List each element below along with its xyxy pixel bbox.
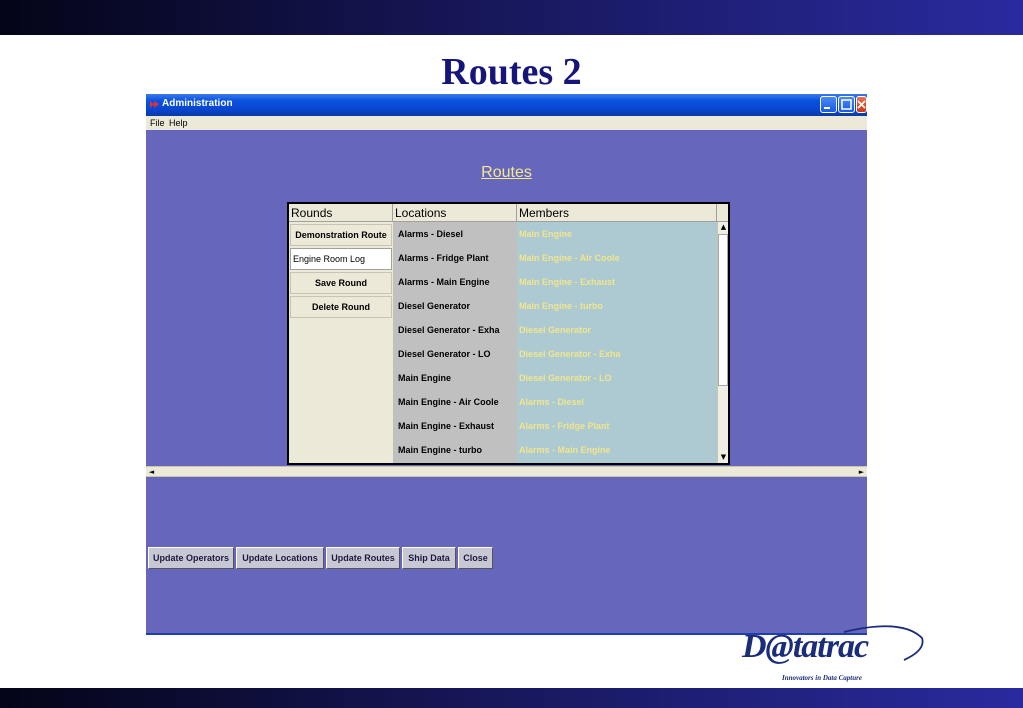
administration-window: Administration File Help Routes Rounds L… (146, 94, 867, 635)
member-item[interactable]: Main Engine - Exhaust (517, 270, 717, 294)
minimize-button[interactable] (820, 96, 837, 113)
member-item[interactable]: Main Engine (517, 222, 717, 246)
update-locations-button[interactable]: Update Locations (236, 547, 324, 569)
rounds-column: Demonstration Route Engine Room Log Save… (289, 222, 393, 463)
window-titlebar[interactable]: Administration (146, 94, 867, 116)
member-item[interactable]: Diesel Generator - Exha (517, 342, 717, 366)
close-button[interactable]: Close (458, 547, 493, 569)
header-members[interactable]: Members (517, 204, 717, 222)
location-item[interactable]: Main Engine - turbo (393, 438, 517, 462)
location-item[interactable]: Main Engine - Air Coole (393, 390, 517, 414)
maximize-button[interactable] (838, 96, 855, 113)
scroll-left-arrow-icon[interactable]: ◄ (146, 467, 157, 477)
update-operators-button[interactable]: Update Operators (148, 547, 234, 569)
routes-table: Rounds Locations Members Demonstration R… (287, 202, 730, 465)
ship-data-button[interactable]: Ship Data (402, 547, 456, 569)
location-item[interactable]: Main Engine (393, 366, 517, 390)
maximize-icon (841, 99, 852, 110)
demonstration-route-button[interactable]: Demonstration Route (290, 224, 392, 246)
scroll-down-arrow-icon[interactable]: ▼ (718, 452, 728, 463)
menu-bar: File Help (146, 116, 867, 130)
location-item[interactable]: Main Engine - Exhaust (393, 414, 517, 438)
update-routes-button[interactable]: Update Routes (326, 547, 400, 569)
member-item[interactable]: Alarms - Main Engine (517, 438, 717, 462)
members-vertical-scrollbar[interactable]: ▲ ▼ (717, 222, 728, 463)
header-locations[interactable]: Locations (393, 204, 517, 222)
save-round-button[interactable]: Save Round (290, 272, 392, 294)
header-rounds[interactable]: Rounds (289, 204, 393, 222)
datatrac-logo: D@tatrac Innovators in Data Capture (742, 624, 927, 686)
routes-heading: Routes (481, 164, 532, 181)
close-icon (857, 100, 866, 109)
member-item[interactable]: Main Engine - Air Coole (517, 246, 717, 270)
location-item[interactable]: Alarms - Diesel (393, 222, 517, 246)
locations-list: Alarms - Diesel Alarms - Fridge Plant Al… (393, 222, 517, 463)
logo-tagline: Innovators in Data Capture (782, 674, 862, 682)
location-item[interactable]: Alarms - Fridge Plant (393, 246, 517, 270)
minimize-icon (824, 107, 830, 109)
window-title: Administration (162, 98, 233, 109)
location-item[interactable]: Diesel Generator - Exha (393, 318, 517, 342)
slide-title: Routes 2 (441, 51, 582, 93)
menu-help[interactable]: Help (169, 118, 188, 128)
menu-file[interactable]: File (150, 118, 165, 128)
member-item[interactable]: Alarms - Diesel (517, 390, 717, 414)
scroll-right-arrow-icon[interactable]: ► (856, 467, 867, 477)
close-window-button[interactable] (856, 96, 867, 113)
bottom-decorative-band (0, 688, 1023, 708)
member-item[interactable]: Diesel Generator (517, 318, 717, 342)
app-icon (150, 101, 159, 108)
round-name-input[interactable]: Engine Room Log (290, 248, 392, 270)
location-item[interactable]: Diesel Generator - LO (393, 342, 517, 366)
location-item[interactable]: Diesel Generator (393, 294, 517, 318)
delete-round-button[interactable]: Delete Round (290, 296, 392, 318)
top-decorative-band (0, 0, 1023, 35)
logo-wordmark: D@tatrac (742, 628, 869, 665)
scroll-up-arrow-icon[interactable]: ▲ (718, 222, 728, 233)
member-item[interactable]: Diesel Generator - LO (517, 366, 717, 390)
members-list: Main Engine Main Engine - Air Coole Main… (517, 222, 717, 463)
header-filler (717, 204, 728, 222)
member-item[interactable]: Main Engine - turbo (517, 294, 717, 318)
member-item[interactable]: Alarms - Fridge Plant (517, 414, 717, 438)
horizontal-scrollbar[interactable]: ◄ ► (146, 466, 867, 477)
scroll-thumb[interactable] (718, 234, 728, 386)
location-item[interactable]: Alarms - Main Engine (393, 270, 517, 294)
